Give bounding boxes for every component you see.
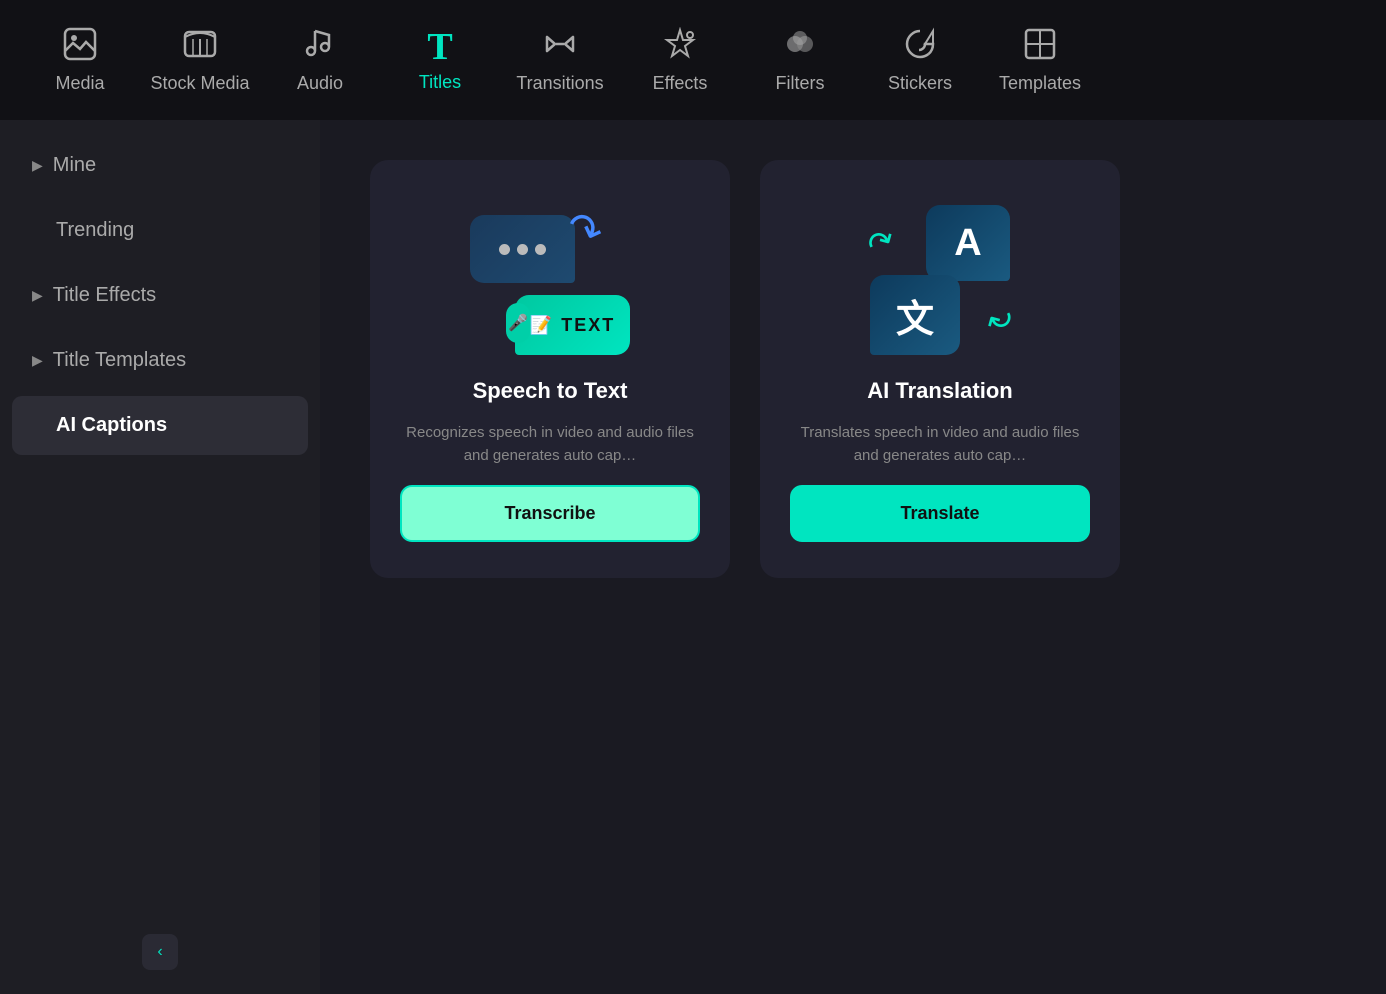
sidebar-item-title-effects[interactable]: ▶ Title Effects bbox=[12, 266, 308, 325]
transitions-icon bbox=[543, 27, 577, 67]
sidebar-item-label-mine: Mine bbox=[53, 154, 96, 177]
nav-label-filters: Filters bbox=[776, 73, 825, 94]
speech-to-text-illustration: ↷ 📝 TEXT 🎤 bbox=[470, 200, 630, 360]
speech-to-text-card: ↷ 📝 TEXT 🎤 Speech to Text Recognizes spe… bbox=[370, 160, 730, 578]
effects-icon bbox=[663, 27, 697, 67]
nav-label-transitions: Transitions bbox=[516, 73, 603, 94]
ai-translation-description: Translates speech in video and audio fil… bbox=[790, 422, 1090, 467]
nav-item-media[interactable]: Media bbox=[20, 0, 140, 120]
nav-label-stock-media: Stock Media bbox=[150, 73, 249, 94]
sidebar-item-mine[interactable]: ▶ Mine bbox=[12, 136, 308, 195]
ai-translation-card: A ↷ ↷ 文 AI Translation Translates speech… bbox=[760, 160, 1120, 578]
translate-button[interactable]: Translate bbox=[790, 485, 1090, 542]
speech-to-text-title: Speech to Text bbox=[473, 378, 628, 404]
collapse-icon: ‹ bbox=[157, 943, 162, 961]
nav-item-templates[interactable]: Templates bbox=[980, 0, 1100, 120]
nav-item-stock-media[interactable]: Stock Media bbox=[140, 0, 260, 120]
top-nav: Media Stock Media Audio T Titles bbox=[0, 0, 1386, 120]
sidebar-item-label-title-templates: Title Templates bbox=[53, 349, 186, 372]
sidebar-item-label-ai-captions: AI Captions bbox=[56, 414, 167, 437]
sidebar-item-label-title-effects: Title Effects bbox=[53, 284, 156, 307]
sidebar-item-ai-captions[interactable]: AI Captions bbox=[12, 396, 308, 455]
nav-item-audio[interactable]: Audio bbox=[260, 0, 380, 120]
nav-label-effects: Effects bbox=[653, 73, 708, 94]
nav-label-media: Media bbox=[55, 73, 104, 94]
stock-media-icon bbox=[183, 27, 217, 67]
ai-translation-illustration: A ↷ ↷ 文 bbox=[860, 200, 1020, 360]
sidebar-item-title-templates[interactable]: ▶ Title Templates bbox=[12, 331, 308, 390]
content-area: ↷ 📝 TEXT 🎤 Speech to Text Recognizes spe… bbox=[320, 120, 1386, 994]
nav-label-audio: Audio bbox=[297, 73, 343, 94]
filters-icon bbox=[783, 27, 817, 67]
sidebar-collapse-button[interactable]: ‹ bbox=[142, 934, 178, 970]
nav-item-stickers[interactable]: Stickers bbox=[860, 0, 980, 120]
nav-item-transitions[interactable]: Transitions bbox=[500, 0, 620, 120]
nav-label-templates: Templates bbox=[999, 73, 1081, 94]
nav-item-effects[interactable]: Effects bbox=[620, 0, 740, 120]
stickers-icon bbox=[903, 27, 937, 67]
nav-item-filters[interactable]: Filters bbox=[740, 0, 860, 120]
nav-label-stickers: Stickers bbox=[888, 73, 952, 94]
sidebar: ▶ Mine Trending ▶ Title Effects ▶ Title … bbox=[0, 120, 320, 994]
ai-translation-title: AI Translation bbox=[867, 378, 1012, 404]
sidebar-item-label-trending: Trending bbox=[56, 219, 134, 242]
nav-item-titles[interactable]: T Titles bbox=[380, 0, 500, 120]
audio-icon bbox=[303, 27, 337, 67]
transcribe-button[interactable]: Transcribe bbox=[400, 485, 700, 542]
templates-icon bbox=[1023, 27, 1057, 67]
sidebar-item-trending[interactable]: Trending bbox=[12, 201, 308, 260]
chevron-right-icon: ▶ bbox=[32, 157, 43, 174]
main-area: ▶ Mine Trending ▶ Title Effects ▶ Title … bbox=[0, 120, 1386, 994]
media-icon bbox=[63, 27, 97, 67]
chevron-right-icon-effects: ▶ bbox=[32, 287, 43, 304]
chevron-right-icon-templates: ▶ bbox=[32, 352, 43, 369]
titles-icon: T bbox=[427, 28, 452, 66]
speech-to-text-description: Recognizes speech in video and audio fil… bbox=[400, 422, 700, 467]
nav-label-titles: Titles bbox=[419, 72, 461, 93]
